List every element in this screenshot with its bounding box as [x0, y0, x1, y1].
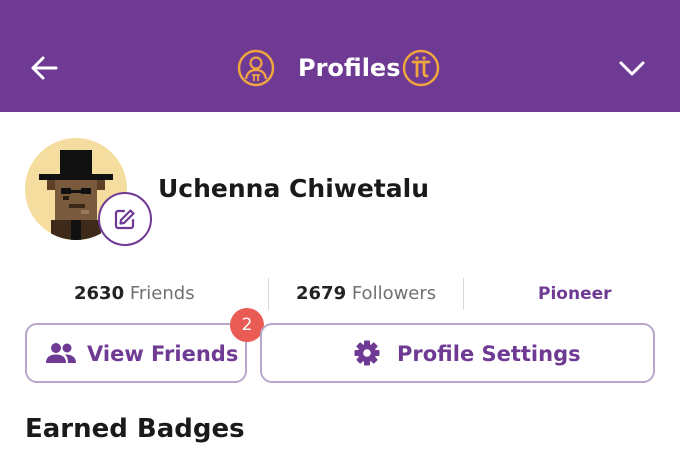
followers-count: 2679 [296, 283, 347, 304]
role-label: Pioneer [538, 284, 612, 304]
user-circle-icon [237, 49, 275, 87]
gear-icon [354, 340, 380, 366]
followers-label: Followers [351, 283, 437, 304]
view-friends-label: View Friends [87, 342, 239, 366]
section-title-earned-badges: Earned Badges [25, 414, 245, 444]
user-name: Uchenna Chiwetalu [158, 174, 429, 203]
friends-label: Friends [129, 283, 195, 304]
friends-count: 2630 [74, 283, 125, 304]
friends-stat[interactable]: 2630 Friends [74, 276, 195, 312]
app-header: Profiles [0, 0, 680, 112]
back-button[interactable] [26, 52, 62, 84]
notification-badge: 2 [230, 308, 264, 342]
view-friends-button[interactable]: View Friends [25, 323, 247, 383]
arrow-left-icon [31, 56, 58, 80]
followers-stat[interactable]: 2679 Followers [296, 276, 436, 312]
people-icon [46, 343, 76, 363]
profile-settings-button[interactable]: Profile Settings [260, 323, 655, 383]
pi-coin-icon [402, 49, 440, 87]
chevron-down-icon [619, 61, 645, 76]
divider [268, 278, 269, 310]
divider [463, 278, 464, 310]
page-title: Profiles [298, 54, 401, 82]
profile-settings-label: Profile Settings [397, 342, 581, 366]
profile-stats: 2630 Friends 2679 Followers Pioneer [0, 276, 680, 312]
edit-avatar-button[interactable] [98, 192, 152, 246]
expand-menu-button[interactable] [614, 54, 650, 82]
edit-icon [114, 209, 135, 230]
